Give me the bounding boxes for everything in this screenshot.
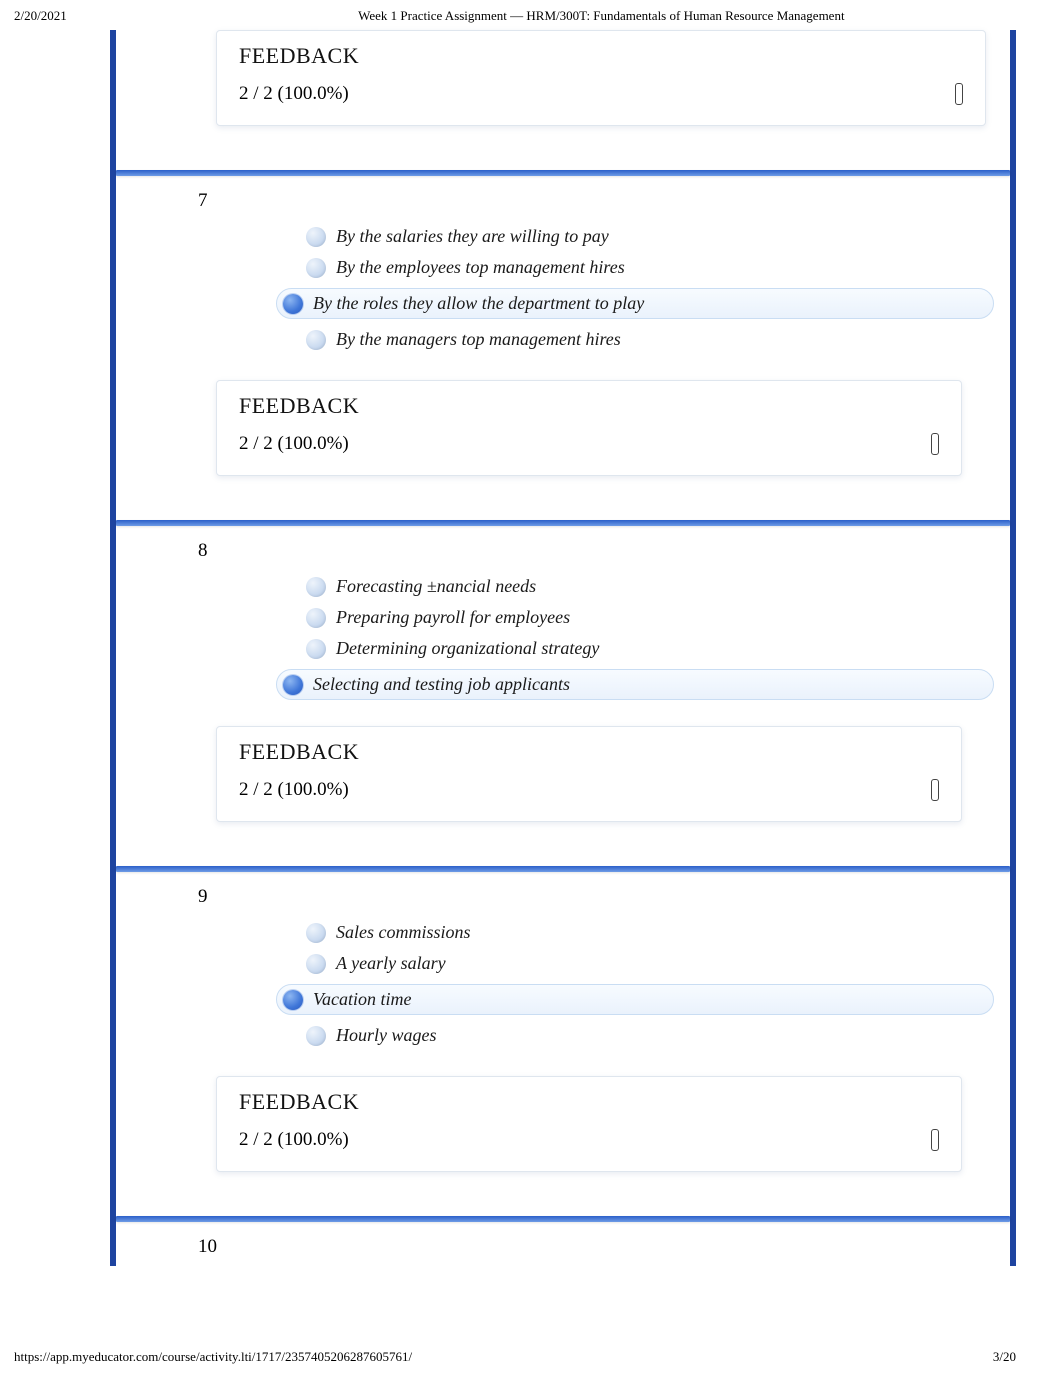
radio-icon[interactable]: [306, 639, 326, 659]
feedback-title: FEEDBACK: [239, 739, 939, 765]
option-text: Determining organizational strategy: [336, 638, 986, 659]
expand-icon[interactable]: [931, 1129, 939, 1151]
options-list: By the salaries they are willing to pay …: [116, 212, 986, 380]
radio-icon[interactable]: [306, 923, 326, 943]
radio-icon[interactable]: [306, 1026, 326, 1046]
option-text: Sales commissions: [336, 922, 986, 943]
question-block-7: 7 By the salaries they are willing to pa…: [116, 176, 1010, 476]
print-date: 2/20/2021: [14, 8, 67, 24]
radio-icon-selected[interactable]: [283, 675, 303, 695]
option-row-selected[interactable]: By the roles they allow the department t…: [276, 288, 994, 319]
option-text: Preparing payroll for employees: [336, 607, 986, 628]
option-text: By the salaries they are willing to pay: [336, 226, 986, 247]
content-inner: FEEDBACK 2 / 2 (100.0%) 7 By the salarie…: [116, 30, 1010, 1266]
footer-url: https://app.myeducator.com/course/activi…: [14, 1349, 412, 1365]
radio-icon[interactable]: [306, 330, 326, 350]
option-text: Vacation time: [313, 989, 985, 1010]
expand-icon[interactable]: [931, 433, 939, 455]
option-row-selected[interactable]: Selecting and testing job applicants: [276, 669, 994, 700]
question-block-9: 9 Sales commissions A yearly salary Vaca…: [116, 872, 1010, 1172]
expand-icon[interactable]: [931, 779, 939, 801]
option-row[interactable]: By the employees top management hires: [306, 257, 986, 278]
option-row[interactable]: Determining organizational strategy: [306, 638, 986, 659]
radio-icon[interactable]: [306, 954, 326, 974]
option-row-selected[interactable]: Vacation time: [276, 984, 994, 1015]
feedback-title: FEEDBACK: [239, 1089, 939, 1115]
option-row[interactable]: Sales commissions: [306, 922, 986, 943]
option-row[interactable]: Hourly wages: [306, 1025, 986, 1046]
feedback-title: FEEDBACK: [239, 43, 963, 69]
option-text: By the employees top management hires: [336, 257, 986, 278]
option-text: A yearly salary: [336, 953, 986, 974]
option-text: By the managers top management hires: [336, 329, 986, 350]
feedback-score: 2 / 2 (100.0%): [239, 83, 963, 105]
option-row[interactable]: By the managers top management hires: [306, 329, 986, 350]
option-text: Forecasting ±nancial needs: [336, 576, 986, 597]
feedback-score: 2 / 2 (100.0%): [239, 433, 939, 455]
print-header: 2/20/2021 Week 1 Practice Assignment — H…: [0, 0, 1062, 30]
radio-icon[interactable]: [306, 608, 326, 628]
question-block-8: 8 Forecasting ±nancial needs Preparing p…: [116, 526, 1010, 822]
feedback-card: FEEDBACK 2 / 2 (100.0%): [216, 1076, 962, 1172]
question-number: 8: [116, 534, 986, 562]
option-text: Selecting and testing job applicants: [313, 674, 985, 695]
options-list: Sales commissions A yearly salary Vacati…: [116, 908, 986, 1076]
question-block-10: 10: [116, 1222, 1010, 1266]
feedback-card: FEEDBACK 2 / 2 (100.0%): [216, 30, 986, 126]
radio-icon[interactable]: [306, 227, 326, 247]
footer-page: 3/20: [993, 1349, 1016, 1365]
feedback-card: FEEDBACK 2 / 2 (100.0%): [216, 726, 962, 822]
feedback-score: 2 / 2 (100.0%): [239, 779, 939, 801]
option-text: By the roles they allow the department t…: [313, 293, 985, 314]
print-title: Week 1 Practice Assignment — HRM/300T: F…: [67, 8, 1016, 24]
feedback-score: 2 / 2 (100.0%): [239, 1129, 939, 1151]
feedback-card: FEEDBACK 2 / 2 (100.0%): [216, 380, 962, 476]
page-root: 2/20/2021 Week 1 Practice Assignment — H…: [0, 0, 1062, 1377]
radio-icon[interactable]: [306, 577, 326, 597]
question-number: 7: [116, 184, 986, 212]
option-row[interactable]: A yearly salary: [306, 953, 986, 974]
option-row[interactable]: Forecasting ±nancial needs: [306, 576, 986, 597]
question-number: 9: [116, 880, 986, 908]
radio-icon-selected[interactable]: [283, 990, 303, 1010]
option-row[interactable]: Preparing payroll for employees: [306, 607, 986, 628]
content-outer: FEEDBACK 2 / 2 (100.0%) 7 By the salarie…: [110, 30, 1016, 1266]
radio-icon-selected[interactable]: [283, 294, 303, 314]
print-footer: https://app.myeducator.com/course/activi…: [0, 1349, 1062, 1365]
question-number: 10: [116, 1230, 986, 1258]
radio-icon[interactable]: [306, 258, 326, 278]
options-list: Forecasting ±nancial needs Preparing pay…: [116, 562, 986, 726]
option-row[interactable]: By the salaries they are willing to pay: [306, 226, 986, 247]
option-text: Hourly wages: [336, 1025, 986, 1046]
expand-icon[interactable]: [955, 83, 963, 105]
feedback-title: FEEDBACK: [239, 393, 939, 419]
